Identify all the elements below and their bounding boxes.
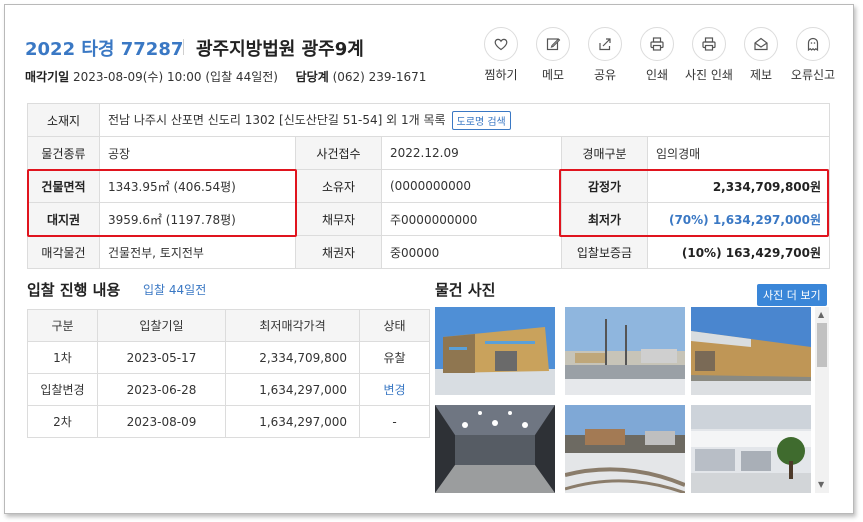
manager-phone: (062) 239-1671 xyxy=(332,70,427,84)
table-row: 1차 2023-05-17 2,334,709,800 유찰 xyxy=(27,341,430,374)
deposit-value: (10%) 163,429,700원 xyxy=(646,235,831,269)
type-label: 물건종류 xyxy=(27,136,100,170)
photo-print-label: 사진 인쇄 xyxy=(685,68,733,82)
property-photo-1[interactable] xyxy=(435,307,555,395)
scroll-thumb[interactable] xyxy=(817,323,827,367)
table-row: 입찰변경 2023-06-28 1,634,297,000 변경 xyxy=(27,373,430,406)
report-label: 제보 xyxy=(749,68,773,82)
bid-history-title: 입찰 진행 내용 xyxy=(27,281,121,299)
bid-status-link[interactable]: 변경 xyxy=(359,373,430,406)
auction-kind-value: 임의경매 xyxy=(646,136,831,170)
received-label: 사건접수 xyxy=(295,136,382,170)
bid-history-table: 구분 입찰기일 최저매각가격 상태 1차 2023-05-17 2,334,70… xyxy=(27,309,430,438)
col-header-status: 상태 xyxy=(359,309,430,342)
sale-items-label: 매각물건 xyxy=(27,235,100,269)
location-value: 전남 나주시 산포면 신도리 1302 [신도산단길 51-54] 외 1개 목… xyxy=(108,112,446,127)
highlight-box-area xyxy=(27,169,297,237)
error-report-button[interactable]: 오류신고 xyxy=(787,27,839,83)
col-header-date: 입찰기일 xyxy=(97,309,226,342)
favorite-button[interactable]: 찜하기 xyxy=(475,27,527,83)
title-divider xyxy=(183,39,184,55)
location-cell: 전남 나주시 산포면 신도리 1302 [신도산단길 51-54] 외 1개 목… xyxy=(98,103,831,137)
manager-label: 담당계 xyxy=(295,70,329,84)
bid-min-price: 2,334,709,800 xyxy=(225,341,360,374)
property-photo-5[interactable] xyxy=(565,405,685,493)
memo-button[interactable]: 메모 xyxy=(527,27,579,83)
debtor-value: 주0000000000 xyxy=(381,202,562,236)
bid-min-price: 1,634,297,000 xyxy=(225,373,360,406)
col-header-round: 구분 xyxy=(27,309,98,342)
court-name: 광주지방법원 광주9계 xyxy=(196,39,364,60)
memo-icon xyxy=(546,38,561,51)
owner-label: 소유자 xyxy=(295,169,382,203)
print-label: 인쇄 xyxy=(645,68,669,82)
property-photo-6[interactable] xyxy=(691,405,811,493)
deposit-label: 입찰보증금 xyxy=(561,235,648,269)
bid-days-left: 입찰 44일전 xyxy=(143,283,207,297)
bid-date: 2023-05-17 xyxy=(97,341,226,374)
col-header-min-price: 최저매각가격 xyxy=(225,309,360,342)
report-button[interactable]: 제보 xyxy=(735,27,787,83)
photo-scrollbar[interactable]: ▲ ▼ xyxy=(815,307,829,493)
info-row-type: 물건종류 공장 사건접수 2022.12.09 경매구분 임의경매 xyxy=(27,136,831,170)
more-photos-button[interactable]: 사진 더 보기 xyxy=(757,284,827,306)
bid-status: - xyxy=(359,405,430,438)
favorite-label: 찜하기 xyxy=(484,68,518,82)
road-name-search-button[interactable]: 도로명 검색 xyxy=(451,110,511,130)
bid-round: 1차 xyxy=(27,341,98,374)
photo-print-icon xyxy=(702,37,716,51)
report-mail-icon xyxy=(754,37,768,51)
sale-date-label: 매각기일 xyxy=(25,70,70,84)
share-icon xyxy=(599,38,611,51)
error-report-icon xyxy=(807,37,819,52)
photo-gallery xyxy=(435,307,829,493)
highlight-box-price xyxy=(559,169,829,237)
bid-status: 유찰 xyxy=(359,341,430,374)
info-row-location: 소재지 전남 나주시 산포면 신도리 1302 [신도산단길 51-54] 외 … xyxy=(27,103,831,137)
auction-detail-panel: 2022 타경 77287 광주지방법원 광주9계 매각기일 2023-08-0… xyxy=(4,4,854,514)
scroll-up-arrow-icon[interactable]: ▲ xyxy=(818,311,824,319)
bid-round: 2차 xyxy=(27,405,98,438)
sale-items-value: 건물전부, 토지전부 xyxy=(99,235,296,269)
debtor-label: 채무자 xyxy=(295,202,382,236)
type-value: 공장 xyxy=(99,136,296,170)
info-row-sale-items: 매각물건 건물전부, 토지전부 채권자 중00000 입찰보증금 (10%) 1… xyxy=(27,235,831,269)
auction-kind-label: 경매구분 xyxy=(561,136,648,170)
case-number: 2022 타경 77287 xyxy=(25,39,184,60)
error-report-label: 오류신고 xyxy=(790,68,836,82)
print-button[interactable]: 인쇄 xyxy=(631,27,683,83)
property-photo-2[interactable] xyxy=(565,307,685,395)
scroll-down-arrow-icon[interactable]: ▼ xyxy=(818,481,824,489)
property-photo-4[interactable] xyxy=(435,405,555,493)
bid-min-price: 1,634,297,000 xyxy=(225,405,360,438)
photo-print-button[interactable]: 사진 인쇄 xyxy=(683,27,735,83)
received-value: 2022.12.09 xyxy=(381,136,562,170)
share-button[interactable]: 공유 xyxy=(579,27,631,83)
photos-title: 물건 사진 xyxy=(435,281,496,299)
print-icon xyxy=(650,37,664,51)
owner-value: (0000000000 xyxy=(381,169,562,203)
share-label: 공유 xyxy=(593,68,617,82)
sale-date-line: 매각기일 2023-08-09(수) 10:00 (입찰 44일전) 담당계 (… xyxy=(25,68,426,85)
action-toolbar: 찜하기 메모 공유 인쇄 사진 인쇄 제보 오류신고 xyxy=(475,27,839,83)
memo-label: 메모 xyxy=(541,68,565,82)
bid-table-header: 구분 입찰기일 최저매각가격 상태 xyxy=(27,309,430,342)
location-label: 소재지 xyxy=(27,103,100,137)
sale-date-value: 2023-08-09(수) 10:00 (입찰 44일전) xyxy=(73,70,278,84)
bid-date: 2023-08-09 xyxy=(97,405,226,438)
creditor-label: 채권자 xyxy=(295,235,382,269)
bid-round: 입찰변경 xyxy=(27,373,98,406)
bid-date: 2023-06-28 xyxy=(97,373,226,406)
heart-icon xyxy=(494,38,508,51)
property-photo-3[interactable] xyxy=(691,307,811,395)
creditor-value: 중00000 xyxy=(381,235,562,269)
table-row: 2차 2023-08-09 1,634,297,000 - xyxy=(27,405,430,438)
